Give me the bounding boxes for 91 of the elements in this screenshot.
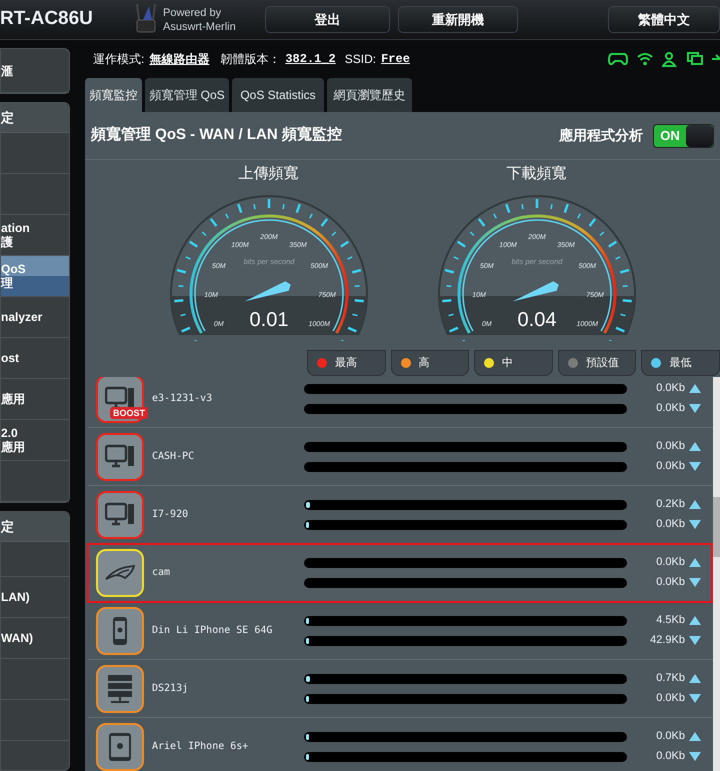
legend-label: 預設值	[586, 356, 619, 371]
router-model: RT-AC86U	[0, 7, 94, 32]
gauge-title: 下載頻寬	[506, 164, 566, 184]
rate-reading: 0.2Kb	[656, 497, 685, 512]
panel-title: 頻寬管理 QoS - WAN / LAN 頻寬監控	[91, 125, 342, 146]
triangle-down-icon	[689, 636, 701, 645]
triangle-down-icon	[689, 462, 701, 471]
smartphone-icon	[112, 616, 128, 646]
device-row[interactable]: BOOST e3-1231-v3 0.0Kb 0.0Kb	[88, 377, 713, 428]
triangle-up-icon	[689, 674, 701, 683]
tablet-icon	[108, 732, 132, 762]
rate-reading: 0.0Kb	[656, 459, 685, 474]
gauge-needle	[512, 281, 558, 302]
sidebar-item[interactable]: WAN)	[1, 618, 69, 659]
triangle-up-icon	[689, 500, 701, 509]
rate-reading: 0.0Kb	[656, 729, 685, 744]
rate-reading: 0.0Kb	[656, 517, 685, 532]
triangle-up-icon	[689, 442, 701, 451]
device-name: cam	[152, 566, 172, 580]
header-button[interactable]: 重新開機	[398, 6, 518, 33]
triangle-down-icon	[689, 520, 701, 529]
tab[interactable]: 頻寬監控	[85, 78, 142, 112]
sidebar-item[interactable]: nalyzer	[1, 297, 69, 338]
device-name: CASH-PC	[152, 450, 196, 464]
device-row[interactable]: cam 0.0Kb 0.0Kb	[88, 544, 712, 602]
sidebar-item[interactable]: ost	[1, 338, 69, 379]
rate-reading: 0.0Kb	[656, 401, 685, 416]
triangle-down-icon	[689, 694, 701, 703]
triangle-down-icon	[689, 578, 701, 587]
users-icon	[662, 52, 678, 66]
sidebar-item[interactable]: QoS 理	[1, 256, 69, 297]
desktop-computer-icon	[105, 502, 135, 528]
tab[interactable]: 網頁瀏覽歷史	[327, 78, 412, 112]
server-icon	[107, 674, 133, 704]
wifi-icon	[637, 52, 653, 66]
triangle-up-icon	[689, 732, 701, 741]
sidebar-item[interactable]: LAN)	[1, 577, 69, 618]
rate-reading: 0.0Kb	[656, 555, 685, 570]
rate-reading: 0.0Kb	[656, 575, 685, 590]
device-name: Din Li IPhone SE 64G	[152, 624, 274, 638]
device-row[interactable]: Din Li IPhone SE 64G 4.5Kb 42.9Kb	[88, 602, 713, 660]
scrollbar-thumb[interactable]	[713, 497, 720, 557]
rate-reading: 0.0Kb	[656, 691, 685, 706]
mode-link[interactable]: 無線路由器	[149, 50, 210, 68]
ssid-label: SSID:	[344, 51, 376, 68]
ssid-link[interactable]: Free	[381, 50, 410, 68]
legend-label: 中	[502, 356, 514, 371]
rate-reading: 4.5Kb	[656, 613, 685, 628]
rate-reading: 0.0Kb	[656, 381, 685, 396]
gauge-reading: 0.01	[249, 309, 288, 331]
desktop-computer-icon	[105, 444, 135, 470]
app-analysis-label: 應用程式分析	[559, 126, 643, 145]
rate-reading: 0.0Kb	[656, 749, 685, 764]
device-row[interactable]: CASH-PC 0.0Kb 0.0Kb	[88, 428, 713, 486]
device-row[interactable]: DS213j 0.7Kb 0.0Kb	[88, 660, 713, 718]
device-name: e3-1231-v3	[152, 392, 214, 406]
firmware-label: 韌體版本：	[220, 51, 280, 68]
legend-label: 最高	[335, 356, 357, 371]
gauge-title: 上傳頻寬	[238, 164, 298, 184]
sidebar-header: 定	[1, 103, 69, 133]
tab[interactable]: 頻寬管理 QoS	[145, 78, 229, 112]
powered-by-text: Powered by	[163, 6, 222, 20]
triangle-up-icon	[689, 384, 701, 393]
brand-text: Asuswrt-Merlin	[163, 20, 237, 34]
header-button[interactable]: 繁體中文	[608, 6, 720, 33]
legend-label: 高	[418, 356, 430, 371]
gauge-needle	[244, 281, 290, 302]
legend-label: 最低	[669, 356, 692, 371]
rate-reading: 0.0Kb	[656, 439, 685, 454]
sidebar-item[interactable]: 2.0 應用	[1, 420, 69, 461]
sidebar-item[interactable]: 應用	[1, 379, 69, 420]
monitors-icon	[687, 52, 703, 66]
gauge-reading: 0.04	[517, 309, 556, 331]
rate-reading: 0.7Kb	[656, 671, 685, 686]
rate-reading: 42.9Kb	[650, 633, 685, 648]
triangle-down-icon	[689, 752, 701, 761]
triangle-up-icon	[689, 616, 701, 625]
triangle-down-icon	[689, 404, 701, 413]
sidebar-header: 定	[1, 512, 69, 542]
gamepad-icon	[608, 52, 628, 66]
tab[interactable]: QoS Statistics	[232, 78, 324, 112]
firmware-link[interactable]: 382.1_2	[285, 50, 336, 68]
device-name: I7-920	[152, 508, 190, 522]
sidebar-item[interactable]: 滙	[1, 49, 69, 93]
device-row[interactable]: Ariel IPhone 6s+ 0.0Kb 0.0Kb	[88, 718, 713, 771]
boost-badge: BOOST	[110, 406, 148, 418]
triangle-up-icon	[689, 558, 701, 567]
header-button[interactable]: 登出	[265, 6, 390, 33]
device-name: Ariel IPhone 6s+	[152, 740, 250, 754]
mode-label: 運作模式:	[93, 51, 144, 68]
device-name: DS213j	[152, 682, 190, 696]
